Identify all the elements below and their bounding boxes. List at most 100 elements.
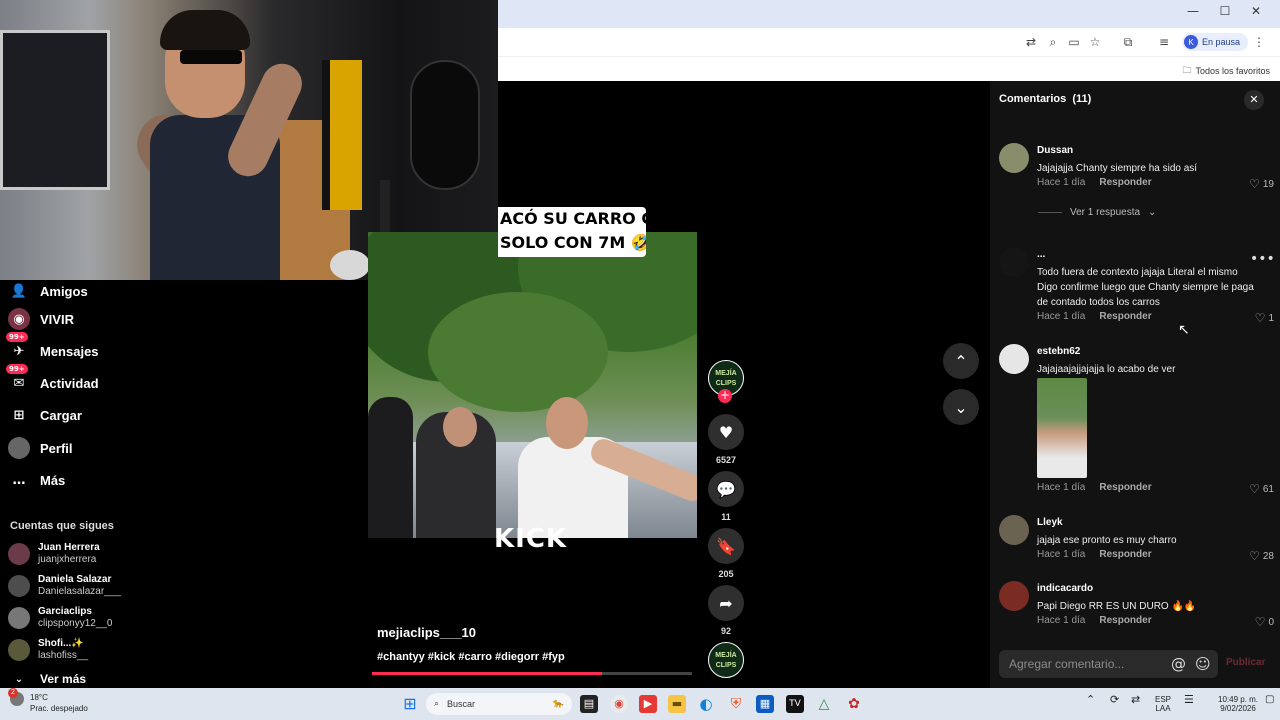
sidebar-item-label: VIVIR xyxy=(40,311,74,327)
next-video-button[interactable]: ⌄ xyxy=(943,389,979,425)
avatar[interactable] xyxy=(999,143,1029,173)
taskbar-search[interactable]: ⌕ Buscar 🐆 xyxy=(426,693,572,715)
comment-user[interactable]: Dussan xyxy=(1037,145,1073,156)
task-view-icon[interactable]: ▤ xyxy=(580,695,598,713)
reply-button[interactable]: Responder xyxy=(1099,311,1151,322)
close-window-button[interactable]: ✕ xyxy=(1241,4,1271,18)
sidebar-item-activity[interactable]: ✉ 99+ Actividad xyxy=(6,364,99,394)
wifi-icon[interactable]: ☰ xyxy=(1184,694,1194,705)
comment-user[interactable]: indicacardo xyxy=(1037,583,1093,594)
comment-like-button[interactable]: ♡ 61 xyxy=(1249,482,1274,496)
view-replies-button[interactable]: Ver 1 respuesta ⌄ xyxy=(1038,207,1156,218)
reply-button[interactable]: Responder xyxy=(1099,615,1151,626)
tray-sync-icon[interactable]: ⇄ xyxy=(1131,694,1140,705)
video-frame[interactable] xyxy=(368,232,697,538)
reading-list-icon[interactable]: ≡ xyxy=(1156,34,1172,50)
weather-widget[interactable]: 2 18°C Prac. despejado xyxy=(8,688,88,714)
more-options-icon[interactable]: ••• xyxy=(1250,251,1275,267)
comment-item: estebn62 Jajajaajajjajajja lo acabo de v… xyxy=(999,344,1274,496)
previous-video-button[interactable]: ⌃ xyxy=(943,343,979,379)
bookmark-star-icon[interactable]: ☆ xyxy=(1087,34,1103,50)
maximize-button[interactable]: ☐ xyxy=(1210,4,1240,18)
store-icon[interactable]: ▦ xyxy=(756,695,774,713)
comment-input[interactable]: Agregar comentario... @ ☺ xyxy=(999,650,1218,678)
comments-title-text: Comentarios xyxy=(999,93,1067,105)
emoji-icon[interactable]: ☺ xyxy=(1195,655,1211,673)
video-progress-bar[interactable] xyxy=(372,672,692,675)
comment-button[interactable]: 💬 xyxy=(708,471,744,507)
avatar xyxy=(8,639,30,661)
like-button[interactable]: ♥ xyxy=(708,414,744,450)
more-icon: … xyxy=(12,472,26,488)
app-triangle-icon[interactable]: △ xyxy=(815,695,833,713)
person-left xyxy=(368,397,413,538)
avatar xyxy=(8,575,30,597)
comment-image[interactable] xyxy=(1037,378,1087,478)
mention-icon[interactable]: @ xyxy=(1171,655,1186,673)
capcut-icon[interactable]: TV xyxy=(786,695,804,713)
language-indicator[interactable]: ESP LAA xyxy=(1155,695,1171,713)
account-handle: juanjxherrera xyxy=(38,554,97,565)
zoom-icon[interactable]: ⌕ xyxy=(1045,34,1061,50)
sidebar-item-messages[interactable]: ✈ 99+ Mensajes xyxy=(6,332,99,362)
minimize-button[interactable]: — xyxy=(1178,4,1208,18)
reply-button[interactable]: Responder xyxy=(1099,177,1151,188)
notification-icon[interactable]: ▢ xyxy=(1265,695,1274,705)
edge-icon[interactable]: ◐ xyxy=(697,695,715,713)
save-button[interactable]: 🔖 xyxy=(708,528,744,564)
friends-icon: 👤 xyxy=(10,283,28,299)
comment-text: Jajajaajajjajajja lo acabo de ver xyxy=(1037,364,1176,375)
sidebar-item-label: Mensajes xyxy=(40,343,99,359)
following-account[interactable]: Daniela Salazar Danielasalazar___ xyxy=(8,574,121,598)
windows-start-icon[interactable]: ⊞ xyxy=(401,695,419,713)
comment-user[interactable]: estebn62 xyxy=(1037,346,1080,357)
screen-cast-icon[interactable]: ▭ xyxy=(1066,34,1082,50)
account-handle: Danielasalazar___ xyxy=(38,586,121,597)
comment-user[interactable]: ... xyxy=(1037,249,1045,260)
brave-icon[interactable]: ⛨ xyxy=(727,695,745,713)
comment-like-count: 0 xyxy=(1268,616,1274,628)
comment-like-button[interactable]: ♡ 1 xyxy=(1255,311,1274,325)
following-account[interactable]: Shofi...✨ lashofiss__ xyxy=(8,638,88,662)
comment-like-button[interactable]: ♡ 28 xyxy=(1249,549,1274,563)
comment-like-button[interactable]: ♡ 19 xyxy=(1249,177,1274,191)
translate-icon[interactable]: ⇄ xyxy=(1023,34,1039,50)
chrome-icon[interactable]: ◉ xyxy=(610,695,628,713)
avatar[interactable] xyxy=(999,515,1029,545)
extensions-icon[interactable]: ⧉ xyxy=(1120,34,1136,50)
all-bookmarks-folder[interactable]: 🗀 Todos los favoritos xyxy=(1182,63,1270,79)
comment-user[interactable]: Lleyk xyxy=(1037,517,1063,528)
tray-chevron-icon[interactable]: ⌃ xyxy=(1086,694,1095,705)
avatar[interactable] xyxy=(999,247,1029,277)
sidebar-item-live[interactable]: ◉ VIVIR xyxy=(8,308,74,330)
following-account[interactable]: Juan Herrera juanjxherrera xyxy=(8,542,100,566)
sound-disc[interactable]: MEJÍA CLIPS xyxy=(708,642,744,678)
view-replies-label: Ver 1 respuesta xyxy=(1070,207,1141,218)
recording-app-icon[interactable]: ✿ xyxy=(845,695,863,713)
tree xyxy=(428,292,608,412)
file-explorer-icon[interactable]: ▬ xyxy=(668,695,686,713)
video-author[interactable]: mejiaclips___10 xyxy=(377,625,476,640)
media-app-icon[interactable]: ▶ xyxy=(639,695,657,713)
profile-chip[interactable]: K En pausa xyxy=(1182,33,1249,51)
close-comments-button[interactable]: ✕ xyxy=(1244,90,1264,110)
share-button[interactable]: ➦ xyxy=(708,585,744,621)
sidebar-item-profile[interactable]: Perfil xyxy=(8,437,73,459)
clock[interactable]: 10:49 p. m. 9/02/2026 xyxy=(1218,695,1258,713)
follow-plus-icon[interactable]: + xyxy=(718,389,732,403)
comment-text: Papi Diego RR ES UN DURO 🔥🔥 xyxy=(1037,601,1197,612)
chrome-menu-icon[interactable]: ⋮ xyxy=(1251,34,1267,50)
avatar[interactable] xyxy=(999,581,1029,611)
avatar[interactable] xyxy=(999,344,1029,374)
comment-like-button[interactable]: ♡ 0 xyxy=(1255,615,1274,629)
tray-app-icon[interactable]: ⟳ xyxy=(1110,694,1119,705)
following-account[interactable]: Garciaclips clipsponyy12__0 xyxy=(8,606,113,630)
reply-button[interactable]: Responder xyxy=(1099,549,1151,560)
sidebar-item-more[interactable]: … Más xyxy=(8,469,66,491)
publish-button[interactable]: Publicar xyxy=(1226,657,1265,668)
sidebar-item-upload[interactable]: ⊞ Cargar xyxy=(8,404,82,426)
sidebar-item-friends[interactable]: 👤 Amigos xyxy=(8,280,88,302)
see-more-button[interactable]: ⌄ Ver más xyxy=(8,672,86,686)
video-hashtags[interactable]: #chantyy #kick #carro #diegorr #fyp xyxy=(377,651,565,663)
reply-button[interactable]: Responder xyxy=(1099,482,1151,493)
